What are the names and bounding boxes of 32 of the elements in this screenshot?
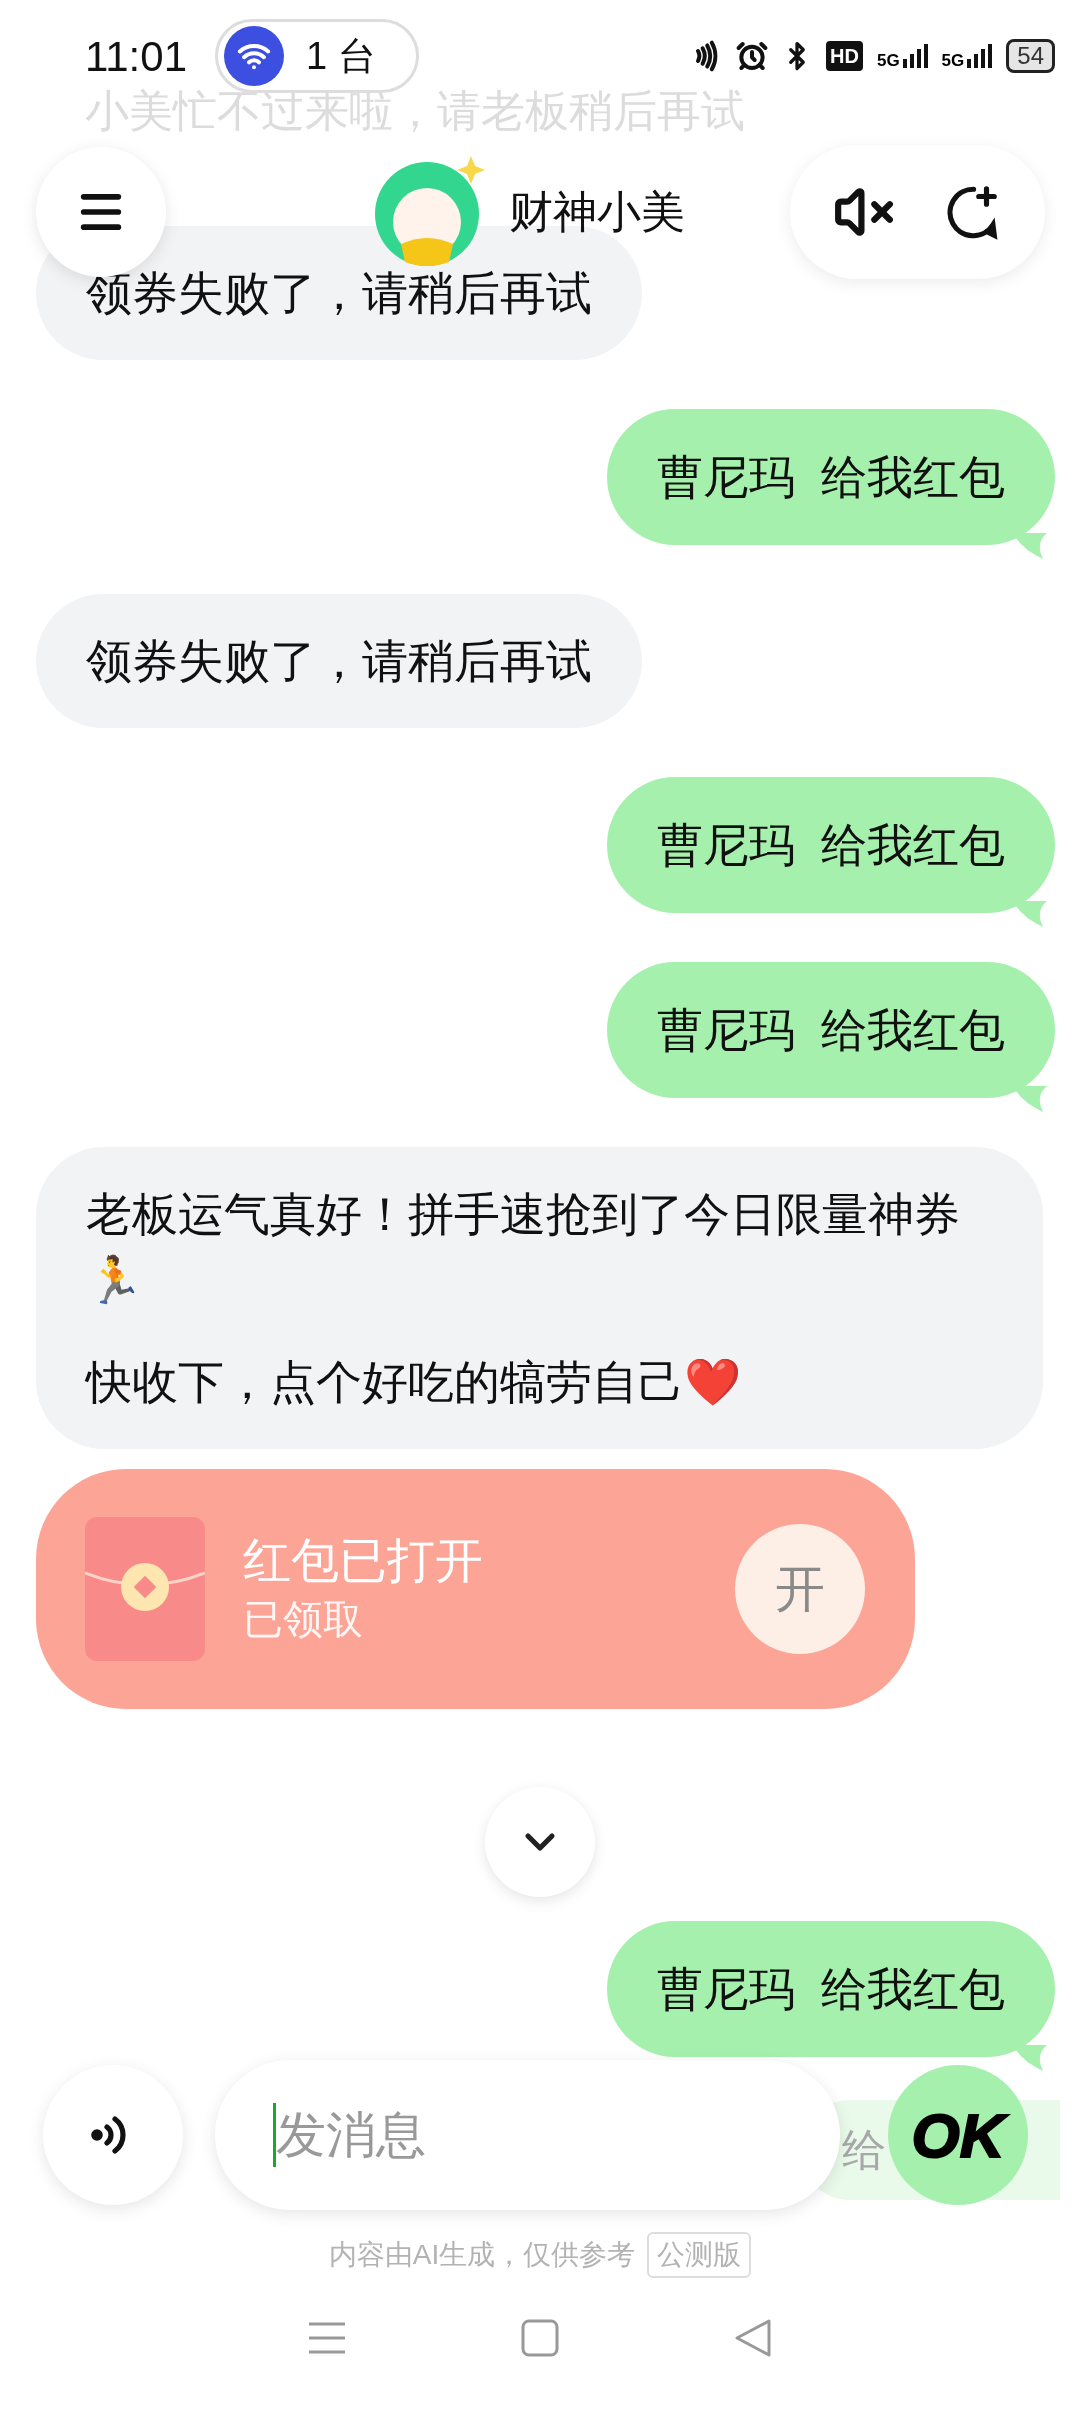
- message-text: 领券失败了，请稍后再试: [86, 634, 592, 689]
- battery-indicator: 54: [1006, 39, 1055, 73]
- bubble-tail-icon: [1013, 533, 1047, 559]
- device-count: 1 台: [306, 33, 376, 79]
- open-button[interactable]: 开: [735, 1524, 865, 1654]
- envelope-title: 红包已打开: [243, 1533, 484, 1589]
- message-text: 快收下，点个好吃的犒劳自己❤: [86, 1355, 742, 1410]
- input-placeholder: 发消息: [276, 2105, 426, 2165]
- back-icon[interactable]: [733, 2318, 774, 2358]
- alarm-icon: [736, 40, 769, 72]
- signal-icon: [966, 43, 993, 69]
- network-label: 5G: [941, 52, 965, 69]
- message-text: 领券失败了，请稍后再试: [86, 266, 592, 321]
- message-text: 老板运气真好！拼手速抢到了今日限量神券🏃: [86, 1187, 961, 1308]
- bubble-tail-icon: [1013, 2045, 1047, 2071]
- ai-disclaimer: 内容由AI生成，仅供参考: [328, 2238, 636, 2272]
- status-time: 11:01: [85, 31, 187, 82]
- network-label: 5G: [876, 52, 900, 69]
- hd-badge: HD: [826, 41, 863, 71]
- message-input-field[interactable]: 发消息: [215, 2060, 840, 2210]
- home-icon[interactable]: [520, 2318, 560, 2358]
- envelope-status: 已领取: [243, 1596, 364, 1643]
- chat-title: 财神小美: [509, 186, 685, 238]
- gift-envelope-card[interactable]: 红包已打开 已领取 开: [36, 1469, 915, 1709]
- signal-icon: [901, 43, 928, 69]
- faded-message-text: 给: [842, 2124, 886, 2176]
- bubble-tail-icon: [1013, 901, 1047, 927]
- bubble-tail-icon: [1013, 1086, 1047, 1112]
- connected-devices-pill[interactable]: 1 台: [215, 19, 419, 93]
- ok-button[interactable]: OK: [888, 2065, 1028, 2205]
- envelope-icon: [85, 1517, 205, 1661]
- beta-tag: 公测版: [647, 2232, 752, 2278]
